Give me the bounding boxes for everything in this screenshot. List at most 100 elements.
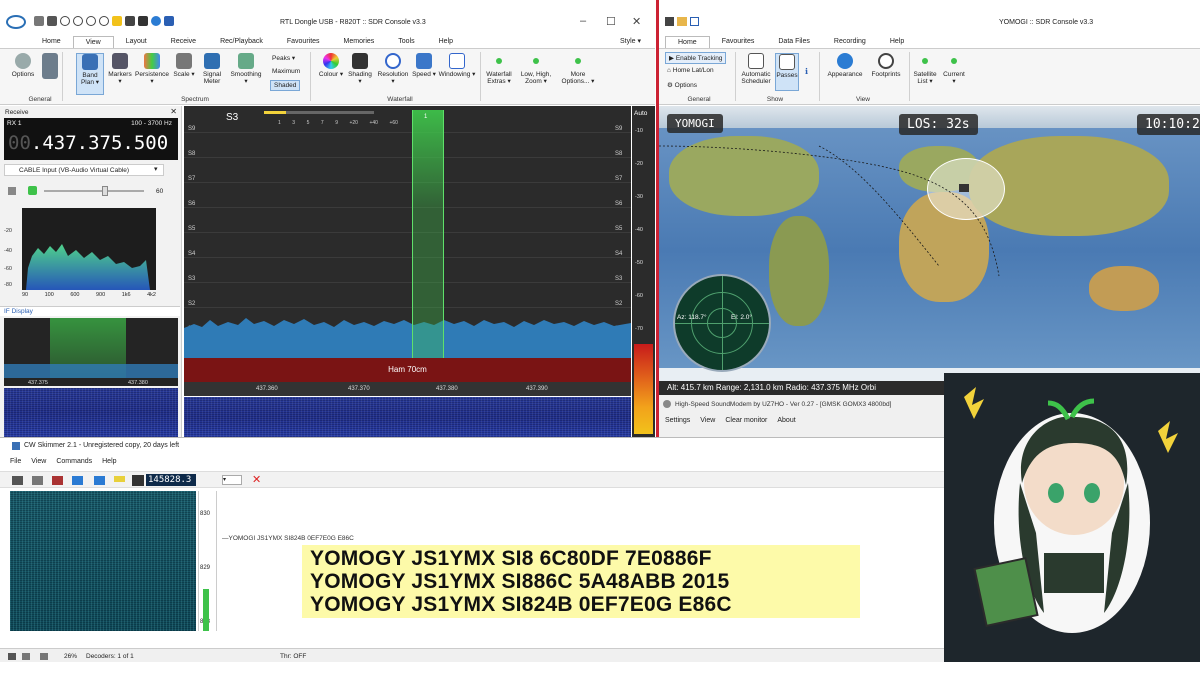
peaks-button[interactable]: Peaks ▾ (272, 54, 295, 62)
soundmodem-title: High-Speed SoundModem by UZ7HO - Ver 0.2… (675, 401, 892, 408)
current-button[interactable]: Current ▾ (941, 53, 967, 85)
tab-home[interactable]: Home (30, 36, 73, 48)
menu-view[interactable]: View (700, 417, 715, 424)
maximize-button[interactable]: ☐ (606, 15, 616, 28)
tab-receive[interactable]: Receive (159, 36, 208, 48)
record-icon[interactable] (73, 16, 83, 26)
undo-icon[interactable] (164, 16, 174, 26)
speed-button[interactable]: Speed ▾ (412, 53, 436, 78)
speaker-icon[interactable] (28, 186, 37, 195)
tab-favourites[interactable]: Favourites (275, 36, 332, 48)
markers-button[interactable]: Markers ▾ (106, 53, 134, 85)
folder-icon[interactable] (677, 17, 687, 26)
decoder-select[interactable]: ▾ (222, 475, 242, 485)
options-button[interactable]: Options (6, 53, 40, 78)
menu-view[interactable]: View (31, 458, 46, 465)
panel-close-icon[interactable]: ✕ (170, 107, 177, 116)
layout-mini-buttons[interactable] (42, 53, 58, 81)
play-icon[interactable] (60, 16, 70, 26)
marker-icon[interactable] (114, 476, 125, 482)
meter-toggle-icon[interactable] (8, 187, 16, 195)
spectrum-icon[interactable] (132, 475, 144, 486)
cw-window-title: CW Skimmer 2.1 - Unregistered copy, 20 d… (24, 442, 180, 449)
menu-clear-monitor[interactable]: Clear monitor (725, 417, 767, 424)
auto-label[interactable]: Auto (634, 110, 647, 117)
target-icon[interactable] (99, 16, 109, 26)
audio-input-select[interactable]: CABLE Input (VB-Audio Virtual Cable) (4, 164, 164, 176)
camera-icon[interactable] (665, 17, 674, 26)
shaded-button[interactable]: Shaded (270, 80, 301, 91)
panel-a-icon[interactable] (72, 476, 83, 485)
close-icon[interactable]: ✕ (252, 473, 261, 486)
appearance-button[interactable]: Appearance (825, 53, 865, 78)
mini-x-tick: 90 (22, 292, 29, 298)
tab-help[interactable]: Help (878, 36, 916, 48)
enable-tracking-button[interactable]: ▶ Enable Tracking (665, 52, 727, 64)
mini-x-tick: 100 (44, 292, 54, 298)
tab-favourites[interactable]: Favourites (710, 36, 767, 48)
radio-icon[interactable] (12, 476, 23, 485)
tab-tools[interactable]: Tools (386, 36, 426, 48)
elevation-readout: El: 2.0° (731, 314, 753, 321)
stop-icon[interactable] (86, 16, 96, 26)
menu-file[interactable]: File (10, 458, 21, 465)
radar-axis (722, 276, 723, 370)
menu-help[interactable]: Help (102, 458, 116, 465)
shading-button[interactable]: Shading ▾ (346, 53, 374, 85)
signal-meter-button[interactable]: Signal Meter (198, 53, 226, 85)
satellite-list-button[interactable]: Satellite List ▾ (911, 53, 939, 85)
cw-frequency[interactable]: 145828.3 (146, 474, 196, 486)
style-menu[interactable]: Style ▾ (620, 37, 641, 45)
passes-button[interactable]: Passes (775, 53, 799, 91)
menu-about[interactable]: About (777, 417, 795, 424)
world-map[interactable]: YOMOGI LOS: 32s 10:10:29 Az: 118.7° El: … (659, 106, 1200, 395)
smoothing-button[interactable]: Smoothing ▾ (228, 53, 264, 85)
channel-passband[interactable] (412, 110, 444, 358)
tab-memories[interactable]: Memories (332, 36, 387, 48)
star-icon[interactable] (112, 16, 122, 26)
automatic-scheduler-button[interactable]: Automatic Scheduler (739, 53, 773, 85)
speaker-icon[interactable] (52, 476, 63, 485)
globe-icon[interactable] (151, 16, 161, 26)
colour-button[interactable]: Colour ▾ (318, 53, 344, 78)
tab-help[interactable]: Help (427, 36, 465, 48)
waterfall-extras-button[interactable]: Waterfall Extras ▾ (484, 53, 514, 85)
info-icon[interactable]: ℹ (805, 67, 808, 76)
footprints-button[interactable]: Footprints (867, 53, 905, 78)
chevron-down-icon[interactable]: ▾ (154, 165, 158, 173)
tab-data-files[interactable]: Data Files (766, 36, 822, 48)
resolution-button[interactable]: Resolution ▾ (376, 53, 410, 85)
decoded-line: YOMOGY JS1YMX SI886C 5A48ABB 2015 (310, 570, 730, 593)
tab-rec-playback[interactable]: Rec/Playback (208, 36, 275, 48)
band-plan-button[interactable]: Band Plan ▾ (76, 53, 104, 95)
tab-view[interactable]: View (72, 36, 114, 48)
person-icon[interactable] (125, 16, 135, 26)
home-icon[interactable] (34, 16, 44, 26)
map-status-bar: Alt: 415.7 km Range: 2,131.0 km Radio: 4… (659, 381, 949, 395)
low-high-zoom-button[interactable]: Low, High, Zoom ▾ (518, 53, 554, 85)
menu-settings[interactable]: Settings (665, 417, 690, 424)
vfo-frequency[interactable]: 00.437.375.500 (8, 132, 168, 154)
close-button[interactable]: ✕ (632, 15, 641, 28)
volume-slider[interactable] (44, 190, 144, 192)
tab-recording[interactable]: Recording (822, 36, 878, 48)
tab-home[interactable]: Home (665, 36, 710, 48)
freq-tick: 437.380 (436, 386, 458, 392)
scale-button[interactable]: Scale ▾ (172, 53, 196, 78)
layout-icon[interactable] (690, 17, 699, 26)
camera-icon[interactable] (138, 16, 148, 26)
tab-layout[interactable]: Layout (114, 36, 159, 48)
more-options-button[interactable]: More Options... ▾ (558, 53, 598, 85)
threshold-status: Thr: OFF (280, 653, 307, 660)
options-button[interactable]: ⚙ Options (667, 81, 697, 89)
panel-b-icon[interactable] (94, 476, 105, 485)
volume-slider-thumb[interactable] (102, 186, 108, 196)
maximum-button[interactable]: Maximum (272, 68, 300, 75)
users-icon[interactable] (47, 16, 57, 26)
record-icon[interactable] (32, 476, 43, 485)
minimize-button[interactable]: – (580, 15, 586, 27)
home-latlon-button[interactable]: ⌂ Home Lat/Lon (667, 67, 714, 74)
persistence-button[interactable]: Persistence ▾ (134, 53, 170, 85)
windowing-button[interactable]: Windowing ▾ (438, 53, 476, 78)
menu-commands[interactable]: Commands (56, 458, 92, 465)
